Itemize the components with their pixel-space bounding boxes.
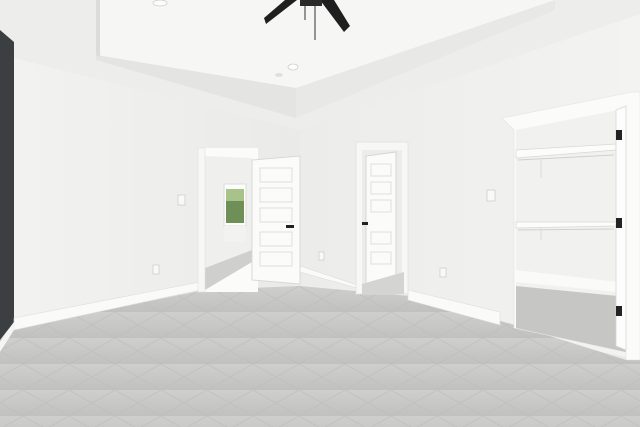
walk-in-closet[interactable] [501,91,640,361]
center-door[interactable] [355,141,409,295]
left-doorway[interactable] [197,147,258,293]
bedroom-door[interactable] [251,155,301,285]
window [223,183,247,242]
door-handle[interactable] [362,222,368,225]
bedroom-photo [0,0,640,427]
accent-wall [0,30,14,340]
door-handle[interactable] [286,225,294,228]
